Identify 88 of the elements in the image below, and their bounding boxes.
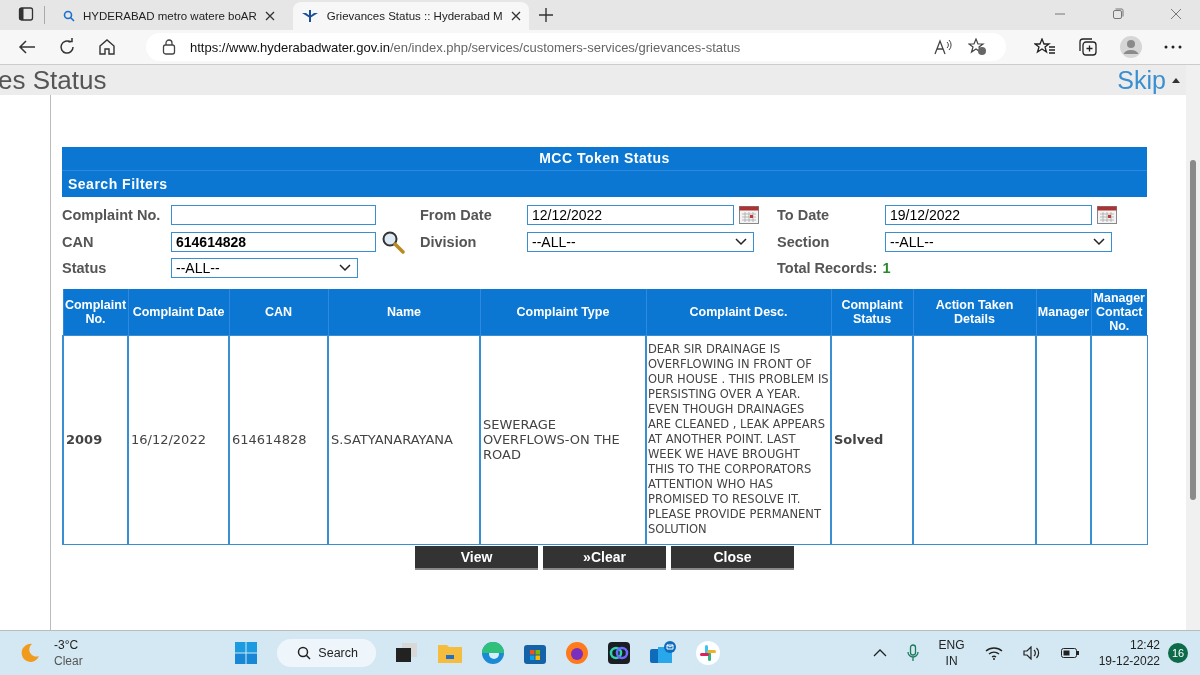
favorites-icon[interactable] <box>1034 38 1056 56</box>
tab-actions-icon[interactable] <box>18 6 34 22</box>
taskbar-search[interactable]: Search <box>277 639 376 667</box>
input-field[interactable]: 12/12/2022 <box>527 205 734 226</box>
filter-label: Section <box>777 233 831 250</box>
column-header: Complaint Desc. <box>646 288 831 335</box>
add-favorite-icon[interactable] <box>968 38 988 56</box>
temperature: -3°C <box>54 637 80 653</box>
url-text: https://www.hyderabadwater.gov.in/en/index.php/services/customers-services/grievances-status <box>190 39 741 55</box>
notification-badge[interactable]: 16 <box>1168 643 1188 663</box>
calendar-icon[interactable] <box>739 206 759 225</box>
refresh-icon[interactable] <box>58 38 76 56</box>
filter-label: CAN <box>62 233 95 250</box>
site-logo-icon <box>300 10 319 22</box>
mail-app-icon[interactable] <box>649 641 676 665</box>
total-records-label: Total Records: <box>777 260 878 277</box>
column-header: Name <box>328 288 480 335</box>
table-cell: S.SATYANARAYANA <box>328 335 480 544</box>
lock-icon <box>162 39 176 55</box>
back-icon[interactable] <box>18 39 36 55</box>
column-header: Manager <box>1036 288 1091 335</box>
store-icon[interactable] <box>523 642 546 664</box>
panel-title: MCC Token Status <box>62 147 1147 170</box>
table-cell: 2009 <box>63 335 128 544</box>
filter-label: Division <box>420 233 478 250</box>
read-aloud-icon[interactable] <box>934 39 954 55</box>
table-cell: 614614828 <box>229 335 328 544</box>
input-field[interactable]: 19/12/2022 <box>885 205 1092 226</box>
column-header: Action Taken Details <box>913 288 1036 335</box>
clock-time[interactable]: 12:42 <box>1130 637 1160 653</box>
filter-label: To Date <box>777 207 831 224</box>
task-view-icon[interactable] <box>395 643 418 663</box>
start-icon[interactable] <box>235 642 258 664</box>
dropdown[interactable]: --ALL-- <box>885 231 1112 252</box>
table-cell: Solved <box>831 335 913 544</box>
weather-condition: Clear <box>54 653 83 669</box>
region-indicator[interactable]: IN <box>945 653 958 669</box>
filter-label: From Date <box>420 207 493 224</box>
close-icon[interactable] <box>510 11 521 21</box>
column-header: Complaint No. <box>63 288 128 335</box>
app-icon[interactable] <box>607 642 630 664</box>
caret-icon[interactable] <box>1172 77 1180 83</box>
magnifier-icon[interactable] <box>381 229 405 254</box>
close-icon[interactable] <box>264 11 275 21</box>
search-icon <box>63 10 75 22</box>
volume-icon[interactable] <box>1022 646 1041 660</box>
clock-date[interactable]: 19-12-2022 <box>1098 653 1160 669</box>
battery-icon[interactable] <box>1060 648 1079 658</box>
action-button[interactable]: View <box>415 545 538 570</box>
language-indicator[interactable]: ENG <box>938 637 965 653</box>
input-field[interactable] <box>171 205 376 226</box>
wifi-icon[interactable] <box>984 646 1003 660</box>
column-header: Manager Contact No. <box>1091 288 1147 335</box>
chevron-up-icon[interactable] <box>872 649 887 657</box>
total-records-count: 1 <box>882 260 891 277</box>
home-icon[interactable] <box>98 38 116 56</box>
input-field[interactable]: 614614828 <box>171 231 376 252</box>
scrollbar[interactable] <box>1186 65 1200 630</box>
chevron-down-icon[interactable] <box>339 264 351 273</box>
chevron-down-icon[interactable] <box>735 237 747 246</box>
address-field[interactable]: https://www.hyderabadwater.gov.in/en/index.php/services/customers-services/grievances-status <box>146 33 1006 61</box>
browser-icon[interactable] <box>481 642 504 664</box>
calendar-icon[interactable] <box>1097 206 1117 225</box>
filters-title: Search Filters <box>62 170 1147 197</box>
search-icon <box>297 646 312 660</box>
microphone-icon[interactable] <box>906 644 919 662</box>
folder-icon[interactable] <box>437 643 462 663</box>
dropdown[interactable]: --ALL-- <box>527 231 754 252</box>
action-button[interactable]: Close <box>671 545 794 570</box>
column-header: CAN <box>229 288 328 335</box>
filter-label: Complaint No. <box>62 207 162 224</box>
dropdown[interactable]: --ALL-- <box>171 258 358 279</box>
column-header: Complaint Status <box>831 288 913 335</box>
column-header: Complaint Type <box>480 288 646 335</box>
restore-icon[interactable] <box>1112 8 1124 20</box>
collections-icon[interactable] <box>1078 38 1098 56</box>
table-cell: 16/12/2022 <box>128 335 229 544</box>
new-tab-icon[interactable] <box>538 8 553 22</box>
table-cell: DEAR SIR DRAINAGE IS OVERFLOWING IN FRONT OF OUR HOUSE . THIS PROBLEM IS PERSISTING OVER A YEAR. EVEN THOUGH DRAINAGES ARE CLEANED , LEAK APPEARS AT ANOTHER POINT. LAST WEEK WE HAVE BROUGHT THIS TO THE CORPORATORS ATTENTION WHO HAS PROMISED TO RESOLVE IT. PLEASE PROVIDE PERMANENT SOLUTION <box>646 335 831 544</box>
profile-avatar-icon[interactable] <box>1120 36 1142 58</box>
column-header: Complaint Date <box>128 288 229 335</box>
browser-tab[interactable]: HYDERABAD metro watere boAR <box>55 2 283 30</box>
chevron-down-icon[interactable] <box>1093 237 1105 246</box>
browser-tab[interactable]: Grievances Status :: Hyderabad M <box>292 2 529 30</box>
filter-label: Status <box>62 260 108 277</box>
table-cell: SEWERAGE OVERFLOWS-ON THE ROAD <box>480 335 646 544</box>
action-button[interactable]: »Clear <box>543 545 666 570</box>
more-icon[interactable] <box>1164 45 1182 49</box>
